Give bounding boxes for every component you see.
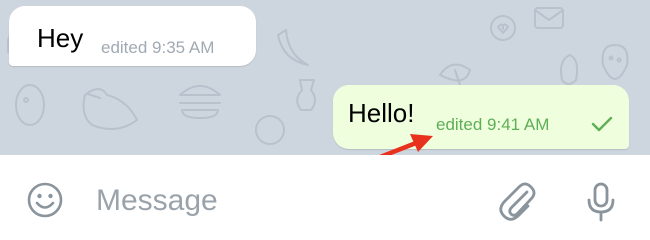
attach-paperclip-icon[interactable] — [497, 180, 537, 222]
message-text: Hey — [37, 23, 84, 53]
message-meta: edited 9:41 AM — [436, 115, 550, 134]
message-input[interactable] — [96, 184, 476, 218]
emoji-icon[interactable] — [27, 182, 63, 218]
incoming-message-bubble[interactable]: Hey edited 9:35 AM — [9, 6, 256, 66]
microphone-icon[interactable] — [585, 182, 617, 222]
sent-check-icon — [591, 116, 613, 132]
message-composer — [0, 155, 650, 240]
outgoing-message-bubble[interactable]: Hello! edited 9:41 AM — [333, 85, 629, 149]
message-meta: edited 9:35 AM — [101, 38, 215, 57]
chat-area: Hey edited 9:35 AM Hello! edited 9:41 AM — [0, 0, 650, 155]
message-text: Hello! — [348, 98, 415, 128]
